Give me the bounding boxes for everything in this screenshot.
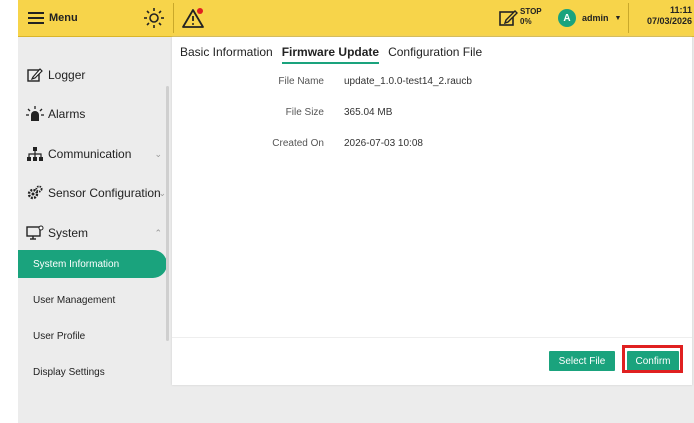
sidebar-scrollbar[interactable] (166, 86, 169, 341)
sidebar-item-label: Logger (48, 68, 86, 82)
top-bar: Menu STOP 0% A admin ▼ 11:11 07/03/2026 (18, 0, 694, 37)
sidebar-item-communication[interactable]: Communication ⌄ (18, 140, 170, 168)
sidebar-subitem-display-settings[interactable]: Display Settings (18, 358, 166, 386)
sidebar-item-sensor-configuration[interactable]: Sensor Configuration ⌄ (18, 179, 170, 207)
clock: 11:11 07/03/2026 (647, 5, 692, 27)
sidebar-subitem-user-management[interactable]: User Management (18, 286, 166, 314)
created-on-value: 2026-07-03 10:08 (344, 138, 423, 149)
stop-label: STOP (520, 7, 542, 16)
tab-bar: Basic Information Firmware Update Config… (180, 45, 482, 64)
file-name-value: update_1.0.0-test14_2.raucb (344, 76, 472, 87)
panel-divider (172, 337, 692, 338)
sidebar-item-system[interactable]: System ⌃ (18, 219, 170, 247)
sidebar-subitem-user-profile[interactable]: User Profile (18, 322, 166, 350)
logger-edit-icon (499, 10, 518, 26)
date: 07/03/2026 (646, 16, 692, 26)
created-on-label: Created On (272, 138, 324, 149)
sidebar-item-label: System (48, 226, 89, 240)
chevron-down-icon: ⌄ (158, 187, 166, 198)
chevron-down-icon: ⌄ (154, 148, 162, 159)
network-icon (26, 145, 44, 163)
warning-icon[interactable] (181, 7, 205, 29)
user-name: admin (582, 13, 609, 23)
tab-firmware-update[interactable]: Firmware Update (281, 45, 380, 64)
sidebar-item-label: Communication (48, 147, 132, 161)
gear-icon (26, 184, 44, 202)
caret-down-icon: ▼ (614, 14, 622, 22)
avatar: A (558, 9, 576, 27)
topbar-divider (173, 3, 174, 33)
sidebar-item-logger[interactable]: Logger (18, 61, 170, 89)
sidebar-item-alarms[interactable]: Alarms (18, 100, 170, 128)
menu-button[interactable]: Menu (28, 10, 78, 26)
tab-configuration-file[interactable]: Configuration File (388, 45, 482, 64)
tab-basic-information[interactable]: Basic Information (180, 45, 273, 64)
time: 11:11 (669, 5, 692, 15)
edit-icon (26, 66, 44, 84)
user-menu[interactable]: A admin ▼ (558, 8, 621, 28)
sidebar-subitem-system-information[interactable]: System Information (18, 250, 167, 278)
file-size-label: File Size (285, 107, 324, 118)
sidebar-item-label: Sensor Configuration (48, 186, 161, 200)
stop-percent: 0% (520, 17, 532, 26)
logger-status[interactable]: STOP 0% (498, 6, 556, 30)
main-panel: Basic Information Firmware Update Config… (172, 37, 692, 385)
sidebar: Logger Alarms Communication ⌄ Sensor Con… (18, 37, 170, 423)
select-file-button[interactable]: Select File (549, 351, 615, 371)
topbar-divider (628, 3, 629, 33)
confirm-highlight-box (622, 345, 683, 373)
menu-label: Menu (49, 12, 78, 24)
file-size-value: 365.04 MB (344, 107, 393, 118)
chevron-up-icon: ⌃ (154, 227, 162, 238)
brightness-icon[interactable] (143, 7, 165, 29)
sidebar-item-label: Alarms (48, 107, 86, 121)
hamburger-icon (28, 12, 44, 24)
monitor-icon (26, 224, 44, 242)
alarm-icon (26, 105, 44, 123)
file-name-label: File Name (278, 76, 324, 87)
